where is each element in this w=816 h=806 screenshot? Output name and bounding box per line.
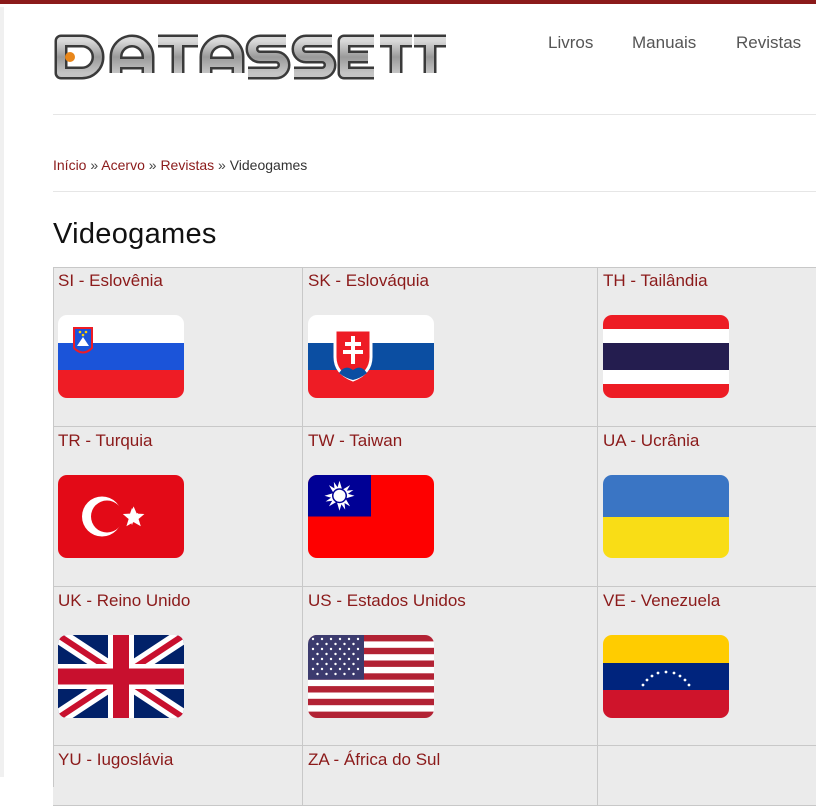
country-link-sk[interactable]: SK - Eslováquia bbox=[308, 271, 429, 291]
country-grid: SI - Eslovênia SK - Eslováquia TH - Tail… bbox=[53, 267, 816, 806]
turkey-flag-icon[interactable] bbox=[58, 475, 184, 558]
country-link-uk[interactable]: UK - Reino Unido bbox=[58, 591, 190, 611]
country-link-ve[interactable]: VE - Venezuela bbox=[603, 591, 720, 611]
country-link-yu[interactable]: YU - Iugoslávia bbox=[58, 750, 173, 770]
country-link-tr[interactable]: TR - Turquia bbox=[58, 431, 153, 451]
main-nav: Livros Manuais Revistas bbox=[0, 33, 816, 57]
breadcrumb-separator: » bbox=[148, 157, 157, 173]
taiwan-flag-icon[interactable] bbox=[308, 475, 434, 558]
nav-link-livros[interactable]: Livros bbox=[548, 33, 593, 53]
nav-link-revistas[interactable]: Revistas bbox=[736, 33, 801, 53]
breadcrumb: Início » Acervo » Revistas » Videogames bbox=[53, 157, 307, 173]
country-cell-si: SI - Eslovênia bbox=[53, 267, 303, 427]
thailand-flag-icon[interactable] bbox=[603, 315, 729, 398]
country-cell-us: US - Estados Unidos bbox=[303, 587, 598, 746]
ukraine-flag-icon[interactable] bbox=[603, 475, 729, 558]
breadcrumb-separator: » bbox=[90, 157, 99, 173]
country-cell-th: TH - Tailândia bbox=[598, 267, 816, 427]
country-link-tw[interactable]: TW - Taiwan bbox=[308, 431, 402, 451]
top-accent-bar bbox=[0, 0, 816, 7]
breadcrumb-link-inicio[interactable]: Início bbox=[53, 157, 86, 173]
breadcrumb-separator: » bbox=[218, 157, 226, 173]
breadcrumb-link-revistas[interactable]: Revistas bbox=[160, 157, 214, 173]
country-cell-za: ZA - África do Sul bbox=[303, 746, 598, 806]
country-cell-ve: VE - Venezuela bbox=[598, 587, 816, 746]
country-link-si[interactable]: SI - Eslovênia bbox=[58, 271, 163, 291]
slovenia-flag-icon[interactable] bbox=[58, 315, 184, 398]
country-cell-tr: TR - Turquia bbox=[53, 427, 303, 587]
country-link-us[interactable]: US - Estados Unidos bbox=[308, 591, 466, 611]
left-edge bbox=[0, 7, 4, 777]
header-divider bbox=[53, 114, 816, 115]
breadcrumb-divider bbox=[53, 191, 816, 192]
country-cell-empty bbox=[598, 746, 816, 806]
slovakia-flag-icon[interactable] bbox=[308, 315, 434, 398]
country-cell-tw: TW - Taiwan bbox=[303, 427, 598, 587]
country-link-ua[interactable]: UA - Ucrânia bbox=[603, 431, 699, 451]
uk-flag-icon[interactable] bbox=[58, 635, 184, 718]
breadcrumb-current: Videogames bbox=[229, 157, 308, 173]
usa-flag-icon[interactable] bbox=[308, 635, 434, 718]
venezuela-flag-icon[interactable] bbox=[603, 635, 729, 718]
country-cell-ua: UA - Ucrânia bbox=[598, 427, 816, 587]
page-title: Videogames bbox=[53, 218, 217, 250]
country-link-th[interactable]: TH - Tailândia bbox=[603, 271, 708, 291]
breadcrumb-link-acervo[interactable]: Acervo bbox=[101, 157, 145, 173]
country-link-za[interactable]: ZA - África do Sul bbox=[308, 750, 440, 770]
country-cell-uk: UK - Reino Unido bbox=[53, 587, 303, 746]
country-cell-yu: YU - Iugoslávia bbox=[53, 746, 303, 806]
nav-link-manuais[interactable]: Manuais bbox=[632, 33, 696, 53]
country-cell-sk: SK - Eslováquia bbox=[303, 267, 598, 427]
